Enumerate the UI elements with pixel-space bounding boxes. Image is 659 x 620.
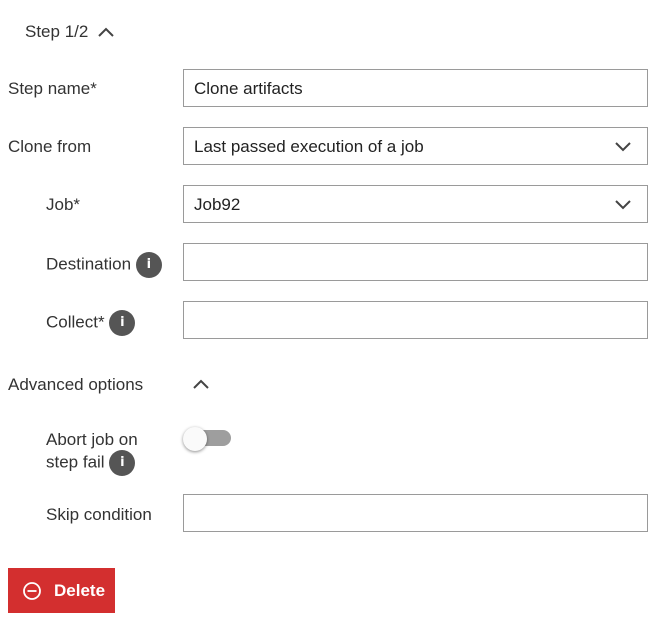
job-value: Job92 — [194, 195, 241, 214]
clone-from-value: Last passed execution of a job — [194, 137, 424, 156]
chevron-down-icon — [615, 142, 631, 152]
chevron-down-icon — [615, 200, 631, 210]
clone-from-label: Clone from — [8, 137, 92, 156]
job-label: Job* — [46, 195, 81, 214]
delete-label: Delete — [54, 580, 106, 600]
delete-button[interactable]: Delete — [8, 568, 115, 613]
clone-from-select[interactable]: Last passed execution of a job — [183, 127, 648, 165]
abort-label-line2: step fail — [46, 452, 105, 472]
chevron-up-icon — [98, 27, 115, 37]
info-icon[interactable]: i — [109, 310, 136, 336]
abort-label-line1: Abort job on — [46, 430, 138, 449]
collect-label-row: Collect* i — [46, 310, 136, 336]
minus-circle-icon — [23, 581, 41, 600]
info-icon[interactable]: i — [135, 252, 162, 278]
destination-label: Destination — [46, 254, 132, 274]
abort-toggle[interactable] — [183, 427, 233, 451]
collect-label: Collect* — [46, 312, 105, 332]
abort-label-row: step fail i — [46, 450, 136, 476]
step-title: Step 1/2 — [25, 22, 89, 41]
collect-input[interactable] — [183, 301, 648, 339]
toggle-knob — [183, 427, 207, 451]
destination-label-row: Destination i — [46, 252, 162, 278]
job-select[interactable]: Job92 — [183, 185, 648, 223]
step-name-value: Clone artifacts — [194, 79, 303, 98]
step-header[interactable]: Step 1/2 — [25, 22, 116, 42]
step-name-input[interactable]: Clone artifacts — [183, 69, 648, 107]
info-icon[interactable]: i — [109, 450, 136, 476]
advanced-options-label: Advanced options — [8, 375, 144, 394]
destination-input[interactable] — [183, 243, 648, 281]
chevron-up-icon[interactable] — [191, 374, 211, 394]
skip-condition-input[interactable] — [183, 494, 648, 532]
step-name-label: Step name* — [8, 79, 97, 98]
skip-condition-label: Skip condition — [46, 505, 152, 524]
